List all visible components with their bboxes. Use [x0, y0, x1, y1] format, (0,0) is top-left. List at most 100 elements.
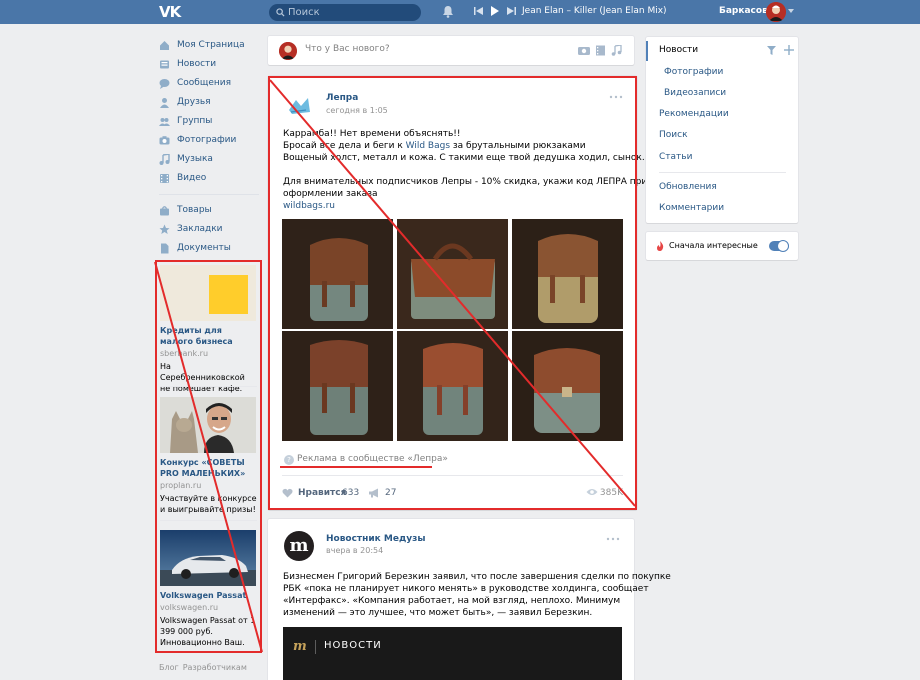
video-icon: [160, 174, 169, 183]
composer-placeholder[interactable]: Что у Вас нового?: [305, 44, 390, 54]
nav-documents[interactable]: Документы: [159, 239, 259, 258]
nav-bookmarks[interactable]: Закладки: [159, 220, 259, 239]
nav-my-page[interactable]: Моя Страница: [159, 36, 259, 55]
fire-icon: [657, 241, 664, 251]
gallery-photo[interactable]: [397, 219, 508, 329]
user-name[interactable]: Баркасов: [719, 4, 768, 19]
backpack-photo-icon: [512, 219, 623, 329]
nav-label: Группы: [177, 116, 213, 126]
gallery-photo[interactable]: [512, 331, 623, 441]
chevron-down-icon[interactable]: [788, 9, 794, 14]
ad-title[interactable]: Кредиты для малого бизнеса: [160, 325, 257, 347]
user-avatar[interactable]: [766, 2, 786, 22]
nav-photos[interactable]: Фотографии: [159, 131, 259, 150]
rn-photos[interactable]: Фотографии: [664, 67, 723, 77]
interesting-toggle[interactable]: [769, 240, 789, 252]
ad-mark-text: Реклама в сообществе «Лепра»: [297, 454, 448, 464]
star-icon: [159, 224, 170, 234]
post-text: Бизнесмен Григорий Березкин заявил, что …: [283, 571, 671, 619]
lepra-logo-icon: [284, 92, 314, 122]
post-line: Каррамба!! Нет времени объяснять!!: [283, 129, 461, 139]
ad-item[interactable]: Volkswagen Passat volkswagen.ru Volkswag…: [160, 530, 257, 648]
gallery-photo[interactable]: [397, 331, 508, 441]
ad-image[interactable]: [160, 530, 256, 586]
document-icon: [161, 243, 169, 254]
right-news-menu: Новости Фотографии Видеозаписи Рекоменда…: [646, 37, 798, 223]
more-options-icon[interactable]: [606, 537, 620, 541]
ad-image[interactable]: [160, 265, 256, 321]
post-author[interactable]: Новостник Медузы: [326, 534, 425, 544]
rn-search[interactable]: Поиск: [659, 130, 688, 140]
nav-label: Товары: [177, 205, 212, 215]
active-indicator: [646, 41, 648, 61]
post-line: РБК «пока не планирует никого менять» в …: [283, 584, 649, 594]
ad-title[interactable]: Volkswagen Passat: [160, 590, 257, 601]
footer-link-blog[interactable]: Блог: [159, 663, 179, 672]
search-icon: [276, 8, 285, 17]
nav-messages[interactable]: Сообщения: [159, 74, 259, 93]
nav-groups[interactable]: Группы: [159, 112, 259, 131]
rn-videos[interactable]: Видеозаписи: [664, 88, 726, 98]
rn-comments[interactable]: Комментарии: [659, 203, 724, 213]
rn-articles[interactable]: Статьи: [659, 152, 692, 162]
gallery-photo[interactable]: [512, 219, 623, 329]
previous-track-icon[interactable]: [474, 6, 484, 16]
photo-gallery: [282, 219, 623, 441]
nav-friends[interactable]: Друзья: [159, 93, 259, 112]
plus-icon[interactable]: [784, 45, 794, 55]
post-composer[interactable]: Что у Вас нового?: [268, 36, 634, 65]
post-line: Вощеный холст, металл и кожа. С такими е…: [283, 153, 645, 163]
heart-icon: [282, 488, 293, 498]
camera-icon: [578, 47, 590, 55]
rn-updates[interactable]: Обновления: [659, 182, 717, 192]
home-icon: [160, 41, 169, 50]
car-photo-icon: [160, 530, 256, 586]
backpack-photo-icon: [282, 331, 393, 441]
nav-music[interactable]: Музыка: [159, 150, 259, 169]
more-options-icon[interactable]: [609, 95, 623, 99]
ad-item[interactable]: Конкурс «СОВЕТЫ PRO МАЛЕНЬКИХ» proplan.r…: [160, 397, 257, 515]
interesting-first-toggle-row: Сначала интересные: [646, 232, 798, 260]
question-icon: ?: [284, 455, 294, 465]
play-icon[interactable]: [490, 6, 500, 16]
post-time[interactable]: вчера в 20:54: [326, 546, 383, 555]
meduza-logo-icon[interactable]: m: [284, 531, 314, 561]
vk-logo[interactable]: VK: [159, 4, 183, 20]
post-line-end: за брутальными рюкзаками: [450, 141, 586, 151]
like-label: Нравится: [298, 488, 347, 498]
ad-title[interactable]: Конкурс «СОВЕТЫ PRO МАЛЕНЬКИХ»: [160, 457, 257, 479]
filter-icon[interactable]: [767, 46, 776, 55]
wildbags-link[interactable]: Wild Bags: [406, 141, 450, 151]
composer-attachments: [578, 45, 622, 56]
rn-recommendations[interactable]: Рекомендации: [659, 109, 729, 119]
ad-item[interactable]: Кредиты для малого бизнеса sberbank.ru Н…: [160, 265, 257, 394]
news-banner[interactable]: m НОВОСТИ: [283, 627, 622, 680]
footer-link-developers[interactable]: Разработчикам: [183, 663, 247, 672]
avatar-image-icon: [766, 2, 786, 22]
now-playing-track[interactable]: Jean Elan – Killer (Jean Elan Mix): [522, 4, 667, 19]
nav-label: Видео: [177, 173, 207, 183]
news-icon: [160, 60, 169, 69]
rn-news-active[interactable]: Новости: [659, 45, 698, 55]
friends-icon: [160, 98, 169, 108]
rn-divider: [659, 172, 786, 173]
nav-news[interactable]: Новости: [159, 55, 259, 74]
gallery-photo[interactable]: [282, 219, 393, 329]
post-text: Каррамба!! Нет времени объяснять!! Броса…: [283, 128, 647, 212]
post-author-avatar[interactable]: [284, 92, 314, 122]
next-track-icon[interactable]: [506, 6, 516, 16]
post-url-link[interactable]: wildbags.ru: [283, 200, 623, 212]
nav-label: Музыка: [177, 154, 213, 164]
bell-icon[interactable]: [442, 5, 454, 18]
community-ad-mark[interactable]: ? Реклама в сообществе «Лепра»: [284, 453, 448, 465]
post-time[interactable]: сегодня в 1:05: [326, 106, 388, 115]
nav-label: Друзья: [177, 97, 211, 107]
post-author[interactable]: Лепра: [326, 93, 358, 103]
nav-video[interactable]: Видео: [159, 169, 259, 188]
search-placeholder: Поиск: [288, 7, 320, 18]
search-box[interactable]: Поиск: [269, 4, 421, 21]
post-divider: [282, 475, 623, 476]
nav-goods[interactable]: Товары: [159, 201, 259, 220]
gallery-photo[interactable]: [282, 331, 393, 441]
ad-image[interactable]: [160, 397, 256, 453]
